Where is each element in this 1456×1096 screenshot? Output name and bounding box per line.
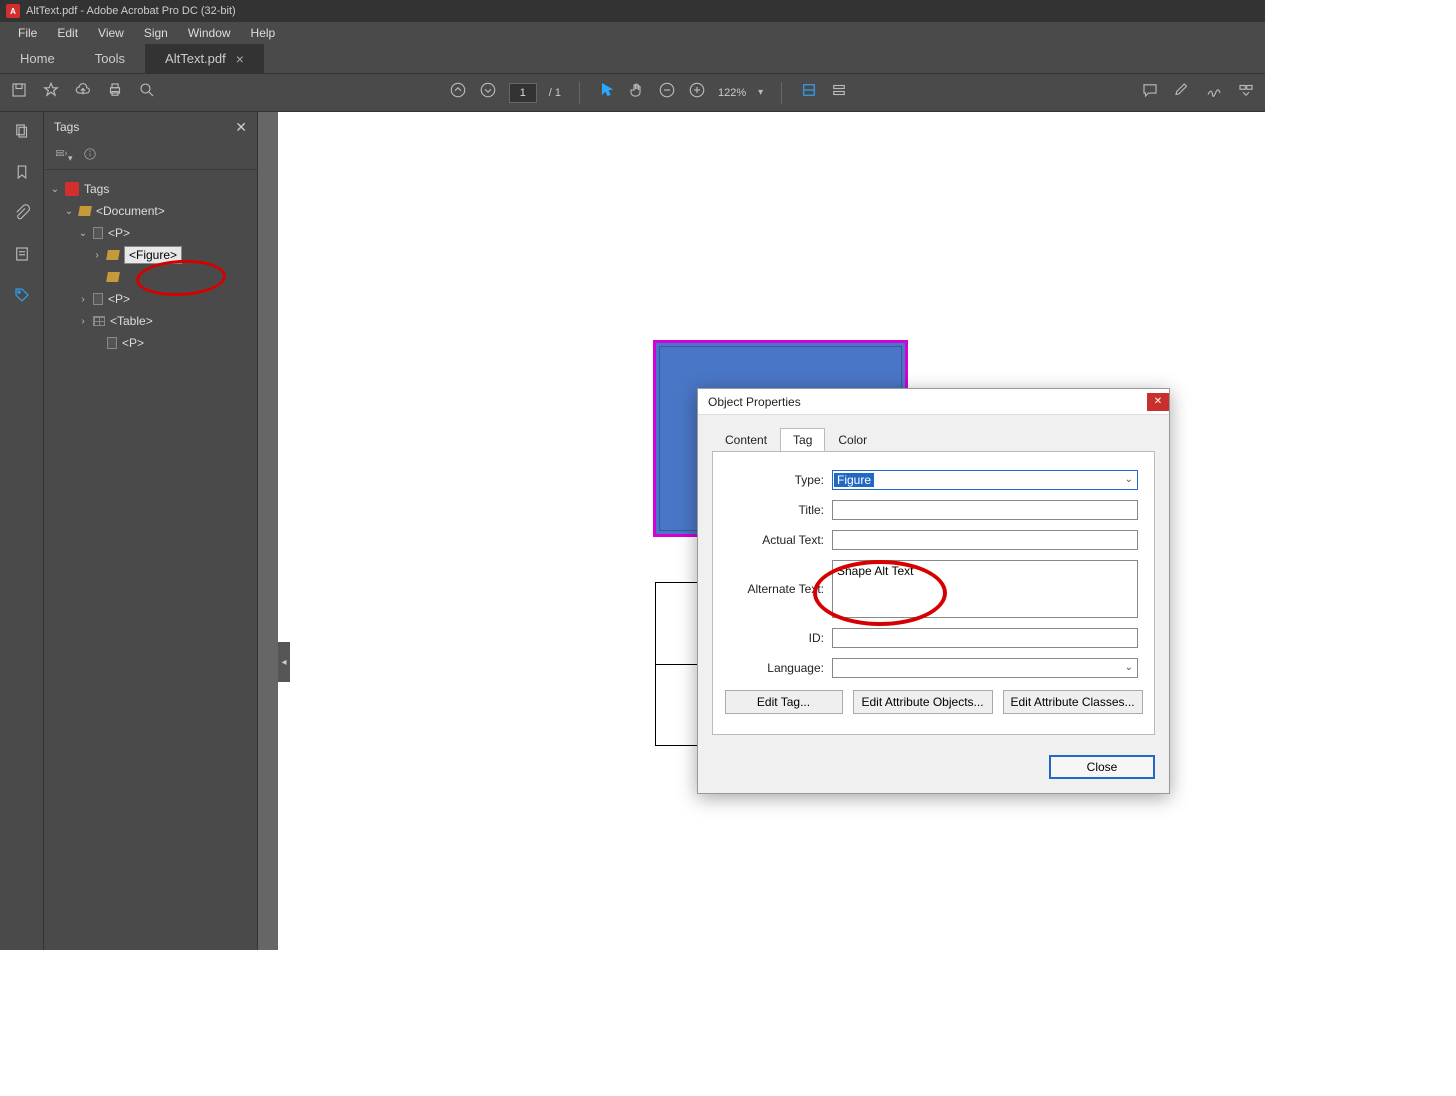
tags-panel-title: Tags bbox=[54, 120, 79, 134]
tab-tools[interactable]: Tools bbox=[75, 44, 145, 73]
dialog-title: Object Properties bbox=[708, 395, 801, 409]
comment-icon[interactable] bbox=[1141, 81, 1159, 104]
page-down-icon[interactable] bbox=[479, 81, 497, 104]
tab-tools-label: Tools bbox=[95, 51, 125, 66]
thumbnails-icon[interactable] bbox=[13, 122, 31, 145]
dialog-tab-tag[interactable]: Tag bbox=[780, 428, 825, 452]
tree-figure-label: <Figure> bbox=[124, 246, 182, 264]
dialog-tab-content[interactable]: Content bbox=[712, 428, 780, 452]
attachments-icon[interactable] bbox=[13, 204, 31, 227]
highlight-icon[interactable] bbox=[1173, 81, 1191, 104]
tree-p1-label: <P> bbox=[108, 226, 130, 240]
tree-table-label: <Table> bbox=[110, 314, 153, 328]
menu-view[interactable]: View bbox=[88, 26, 134, 40]
pointer-icon[interactable] bbox=[598, 81, 616, 104]
label-alternate-text: Alternate Text: bbox=[729, 582, 824, 596]
tree-document-label: <Document> bbox=[96, 204, 165, 218]
actual-text-input[interactable] bbox=[832, 530, 1138, 550]
toolbar-divider-2 bbox=[781, 82, 782, 104]
app-icon: A bbox=[6, 4, 20, 18]
tree-tag-empty[interactable] bbox=[50, 266, 251, 288]
alternate-text-input[interactable] bbox=[832, 560, 1138, 618]
tab-document[interactable]: AltText.pdf × bbox=[145, 44, 264, 73]
tree-p2-label: <P> bbox=[108, 292, 130, 306]
tree-root[interactable]: ⌄Tags bbox=[50, 178, 251, 200]
menu-file[interactable]: File bbox=[8, 26, 47, 40]
type-value: Figure bbox=[834, 473, 874, 487]
menu-bar: File Edit View Sign Window Help bbox=[0, 22, 1265, 44]
panel-collapse-handle[interactable]: ◂ bbox=[278, 642, 290, 682]
menu-window[interactable]: Window bbox=[178, 26, 241, 40]
navigation-rail bbox=[0, 112, 44, 950]
document-tabs: Home Tools AltText.pdf × bbox=[0, 44, 1265, 74]
label-language: Language: bbox=[729, 661, 824, 675]
zoom-in-icon[interactable] bbox=[688, 81, 706, 104]
page-number-input[interactable] bbox=[509, 83, 537, 103]
window-title: AltText.pdf - Adobe Acrobat Pro DC (32-b… bbox=[26, 5, 236, 17]
tree-figure[interactable]: ›<Figure> bbox=[50, 244, 251, 266]
print-icon[interactable] bbox=[106, 81, 124, 104]
tree-p3-label: <P> bbox=[122, 336, 144, 350]
tags-panel: Tags ✕ ▾ ⌄Tags ⌄<Document> ⌄<P> ›<Figure… bbox=[44, 112, 258, 950]
fit-width-icon[interactable] bbox=[800, 81, 818, 104]
cloud-icon[interactable] bbox=[74, 81, 92, 104]
tree-table[interactable]: ›<Table> bbox=[50, 310, 251, 332]
hand-icon[interactable] bbox=[628, 81, 646, 104]
search-icon[interactable] bbox=[138, 81, 156, 104]
zoom-dropdown-icon[interactable]: ▾ bbox=[758, 87, 763, 98]
content-panel-icon[interactable] bbox=[13, 245, 31, 268]
object-properties-dialog: Object Properties ✕ Content Tag Color Ty… bbox=[697, 388, 1170, 794]
label-id: ID: bbox=[729, 631, 824, 645]
id-input[interactable] bbox=[832, 628, 1138, 648]
label-title: Title: bbox=[729, 503, 824, 517]
window-titlebar: A AltText.pdf - Adobe Acrobat Pro DC (32… bbox=[0, 0, 1265, 22]
tab-document-label: AltText.pdf bbox=[165, 51, 226, 66]
save-icon[interactable] bbox=[10, 81, 28, 104]
page-up-icon[interactable] bbox=[449, 81, 467, 104]
label-actual-text: Actual Text: bbox=[729, 533, 824, 547]
zoom-label: 122% bbox=[718, 87, 746, 99]
dialog-close-icon[interactable]: ✕ bbox=[1147, 393, 1169, 411]
title-input[interactable] bbox=[832, 500, 1138, 520]
star-icon[interactable] bbox=[42, 81, 60, 104]
page-display-icon[interactable] bbox=[830, 81, 848, 104]
edit-attribute-classes-button[interactable]: Edit Attribute Classes... bbox=[1003, 690, 1143, 714]
tab-home-label: Home bbox=[20, 51, 55, 66]
main-toolbar: / 1 122% ▾ bbox=[0, 74, 1265, 112]
tab-close-icon[interactable]: × bbox=[236, 51, 244, 67]
more-tools-icon[interactable] bbox=[1237, 81, 1255, 104]
page-total-label: / 1 bbox=[549, 87, 561, 99]
language-combobox[interactable]: ⌄ bbox=[832, 658, 1138, 678]
panel-close-icon[interactable]: ✕ bbox=[235, 119, 247, 136]
bookmarks-icon[interactable] bbox=[13, 163, 31, 186]
chevron-down-icon: ⌄ bbox=[1125, 474, 1133, 485]
tree-root-label: Tags bbox=[84, 182, 109, 196]
sign-icon[interactable] bbox=[1205, 81, 1223, 104]
close-button[interactable]: Close bbox=[1049, 755, 1155, 779]
menu-help[interactable]: Help bbox=[241, 26, 286, 40]
type-combobox[interactable]: Figure ⌄ bbox=[832, 470, 1138, 490]
tree-p-2[interactable]: ›<P> bbox=[50, 288, 251, 310]
dialog-tab-color[interactable]: Color bbox=[825, 428, 880, 452]
tags-panel-icon[interactable] bbox=[13, 286, 31, 309]
menu-edit[interactable]: Edit bbox=[47, 26, 88, 40]
edit-tag-button[interactable]: Edit Tag... bbox=[725, 690, 843, 714]
zoom-out-icon[interactable] bbox=[658, 81, 676, 104]
label-type: Type: bbox=[729, 473, 824, 487]
tree-p-3[interactable]: <P> bbox=[50, 332, 251, 354]
chevron-down-icon: ⌄ bbox=[1125, 662, 1133, 673]
menu-sign[interactable]: Sign bbox=[134, 26, 178, 40]
tags-tree: ⌄Tags ⌄<Document> ⌄<P> ›<Figure> ›<P> ›<… bbox=[44, 170, 257, 362]
panel-options-icon[interactable]: ▾ bbox=[54, 147, 73, 164]
edit-attribute-objects-button[interactable]: Edit Attribute Objects... bbox=[853, 690, 993, 714]
panel-info-icon[interactable] bbox=[83, 147, 97, 164]
toolbar-divider bbox=[579, 82, 580, 104]
tree-p-1[interactable]: ⌄<P> bbox=[50, 222, 251, 244]
tree-document[interactable]: ⌄<Document> bbox=[50, 200, 251, 222]
tab-home[interactable]: Home bbox=[0, 44, 75, 73]
